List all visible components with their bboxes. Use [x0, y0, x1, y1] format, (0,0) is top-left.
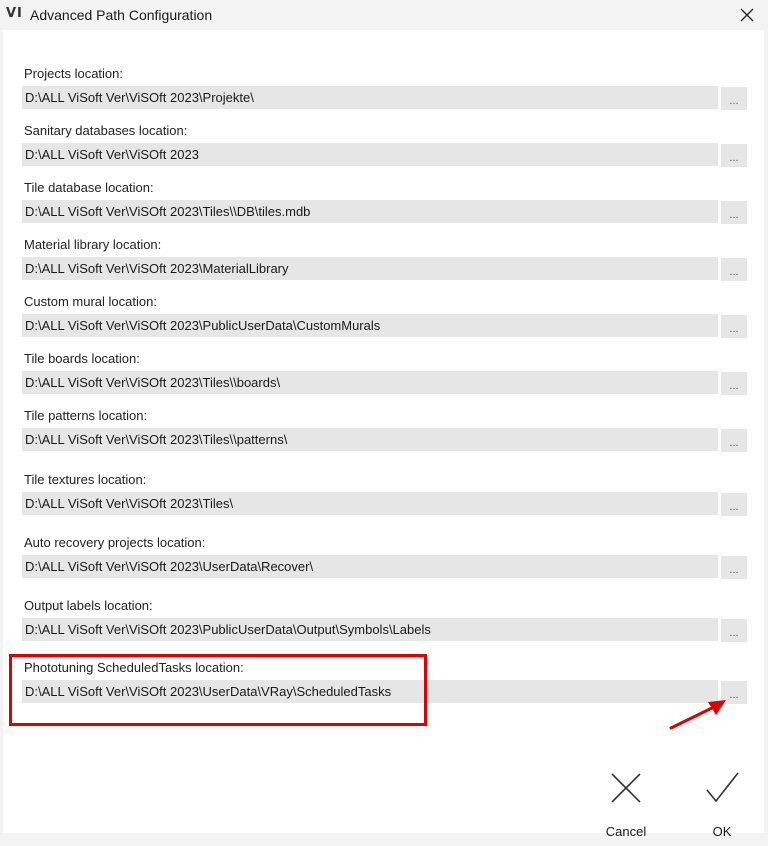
sanitary-databases-location-field[interactable] — [22, 143, 718, 166]
close-button[interactable] — [732, 2, 762, 28]
tile-boards-location-field[interactable] — [22, 371, 718, 394]
output-labels-location-field[interactable] — [22, 618, 718, 641]
cancel-button[interactable]: Cancel — [596, 766, 656, 846]
projects-location-field[interactable] — [22, 86, 718, 109]
browse-button[interactable]: ... — [721, 315, 747, 338]
app-logo-icon: VI — [6, 6, 23, 21]
auto-recovery-location-field[interactable] — [22, 555, 718, 578]
custom-mural-location-field[interactable] — [22, 314, 718, 337]
path-label: Custom mural location: — [24, 294, 157, 309]
path-label: Material library location: — [24, 237, 162, 252]
path-row-auto-recovery: Auto recovery projects location: ... — [22, 535, 747, 593]
path-row-phototuning: Phototuning ScheduledTasks location: ... — [22, 660, 747, 718]
path-row-material-library: Material library location: ... — [22, 237, 747, 295]
browse-button[interactable]: ... — [721, 556, 747, 579]
browse-button[interactable]: ... — [721, 429, 747, 452]
path-row-sanitary: Sanitary databases location: ... — [22, 123, 747, 181]
browse-button[interactable]: ... — [721, 87, 747, 110]
browse-button[interactable]: ... — [721, 258, 747, 281]
browse-button[interactable]: ... — [721, 493, 747, 516]
path-row-custom-mural: Custom mural location: ... — [22, 294, 747, 352]
path-row-projects: Projects location: ... — [22, 66, 747, 124]
tile-textures-location-field[interactable] — [22, 492, 718, 515]
phototuning-scheduledtasks-location-field[interactable] — [22, 680, 718, 703]
dialog-body: Projects location: ... Sanitary database… — [3, 30, 764, 839]
browse-button[interactable]: ... — [721, 201, 747, 224]
path-label: Phototuning ScheduledTasks location: — [24, 660, 244, 675]
path-label: Tile patterns location: — [24, 408, 148, 423]
ok-button[interactable]: OK — [692, 766, 752, 846]
path-label: Projects location: — [24, 66, 123, 81]
window-title: Advanced Path Configuration — [30, 7, 213, 23]
browse-button[interactable]: ... — [721, 372, 747, 395]
path-label: Auto recovery projects location: — [24, 535, 206, 550]
path-label: Tile database location: — [24, 180, 154, 195]
path-label: Output labels location: — [24, 598, 153, 613]
path-label: Tile boards location: — [24, 351, 140, 366]
path-row-tile-patterns: Tile patterns location: ... — [22, 408, 747, 466]
path-label: Tile textures location: — [24, 472, 147, 487]
path-row-output-labels: Output labels location: ... — [22, 598, 747, 656]
browse-button[interactable]: ... — [721, 681, 747, 704]
path-label: Sanitary databases location: — [24, 123, 188, 138]
checkmark-icon — [706, 772, 739, 803]
tile-patterns-location-field[interactable] — [22, 428, 718, 451]
title-bar: VI Advanced Path Configuration — [0, 0, 768, 30]
close-icon — [740, 8, 754, 22]
path-row-tile-textures: Tile textures location: ... — [22, 472, 747, 530]
path-row-tile-boards: Tile boards location: ... — [22, 351, 747, 409]
browse-button[interactable]: ... — [721, 144, 747, 167]
tile-database-location-field[interactable] — [22, 200, 718, 223]
material-library-location-field[interactable] — [22, 257, 718, 280]
path-row-tile-database: Tile database location: ... — [22, 180, 747, 238]
x-icon — [611, 773, 641, 803]
browse-button[interactable]: ... — [721, 619, 747, 642]
